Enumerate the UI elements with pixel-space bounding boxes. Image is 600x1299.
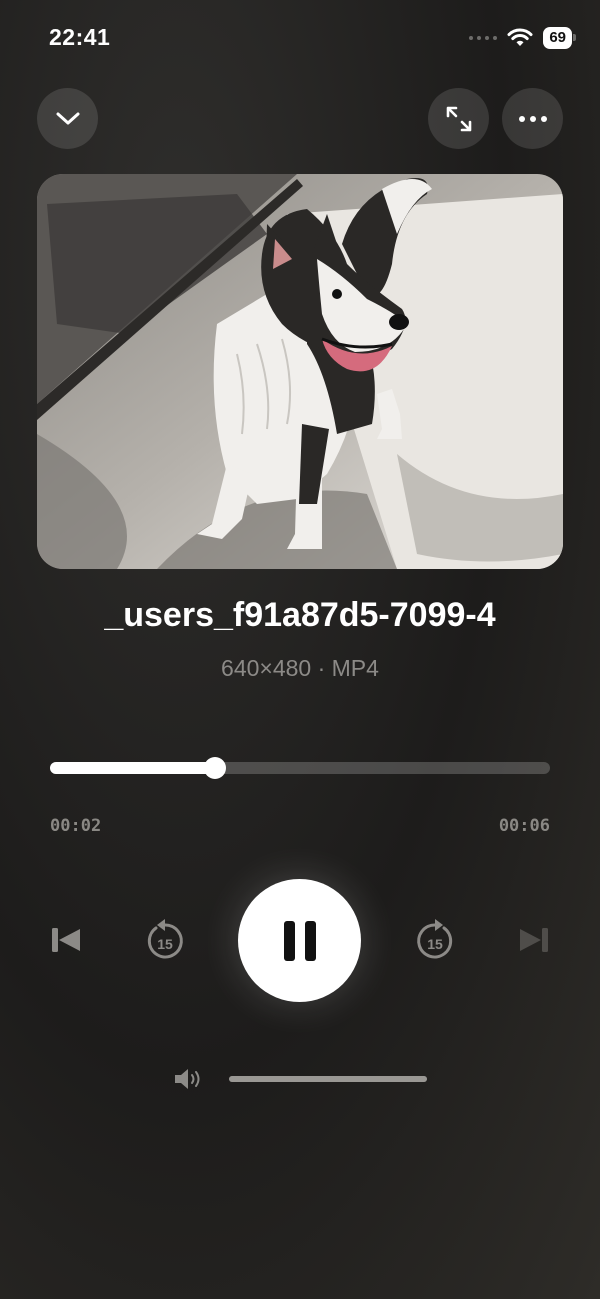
dog-illustration <box>37 174 563 569</box>
volume-slider[interactable] <box>229 1076 427 1082</box>
next-track-button[interactable] <box>514 920 554 960</box>
ellipsis-icon <box>518 115 547 122</box>
media-format-info: 640×480 · MP4 <box>221 655 379 681</box>
video-artwork <box>37 174 563 569</box>
media-title: _users_f91a87d5-7099-4 <box>104 596 496 634</box>
status-bar: 22:41 69 <box>0 0 600 76</box>
more-options-button[interactable] <box>502 88 563 149</box>
wifi-icon <box>507 28 533 46</box>
battery-indicator: 69 <box>543 27 576 49</box>
skip-previous-icon <box>52 928 80 952</box>
collapse-button[interactable] <box>37 88 98 149</box>
status-icons: 69 <box>469 26 576 50</box>
skip-forward-button[interactable]: 15 <box>413 918 457 964</box>
skip-forward-seconds: 15 <box>427 936 443 952</box>
fullscreen-button[interactable] <box>428 88 489 149</box>
skip-back-button[interactable]: 15 <box>143 918 187 964</box>
chevron-down-icon <box>56 112 79 124</box>
skip-next-icon <box>520 928 548 952</box>
total-duration: 00:06 <box>498 816 550 836</box>
pause-button[interactable] <box>238 879 361 1002</box>
elapsed-time: 00:02 <box>50 816 102 836</box>
rewind-15-icon: 15 <box>147 919 183 959</box>
volume-fill <box>229 1076 427 1082</box>
expand-arrows-icon <box>446 106 471 131</box>
playback-progress-slider[interactable] <box>50 757 550 779</box>
forward-15-icon: 15 <box>417 919 453 959</box>
cellular-signal-icon <box>469 36 498 40</box>
previous-track-button[interactable] <box>46 920 86 960</box>
pause-icon <box>283 920 316 961</box>
status-time: 22:41 <box>49 24 111 50</box>
speaker-volume-icon <box>175 1069 200 1089</box>
progress-thumb[interactable] <box>204 757 226 779</box>
progress-fill <box>50 762 215 774</box>
volume-button[interactable] <box>172 1066 206 1092</box>
skip-back-seconds: 15 <box>157 936 173 952</box>
